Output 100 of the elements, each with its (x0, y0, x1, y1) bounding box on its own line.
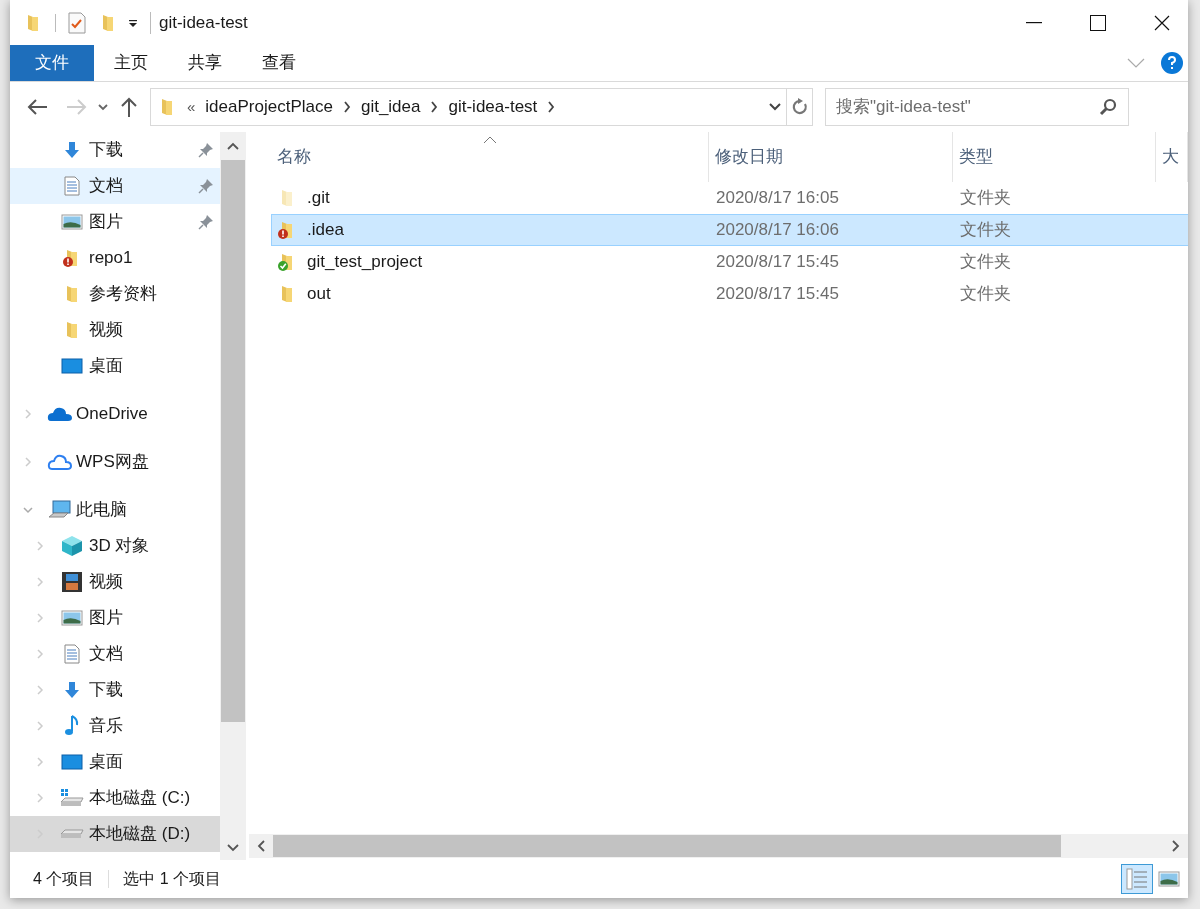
checklist-icon[interactable] (68, 11, 86, 34)
collapse-chevron-icon[interactable] (34, 540, 46, 552)
history-dropdown-icon[interactable] (768, 102, 782, 112)
breadcrumb-chevron-icon[interactable] (342, 101, 351, 113)
file-row[interactable]: .git 2020/8/17 16:05 文件夹 (271, 182, 1188, 214)
quick-access-item[interactable]: repo1 (10, 240, 220, 276)
column-header[interactable]: 名称 (271, 132, 709, 182)
dropdown-icon[interactable] (128, 17, 138, 28)
breadcrumb[interactable]: git_idea (360, 94, 421, 120)
music-note-icon (64, 715, 80, 737)
down-arrow-icon (62, 140, 82, 160)
down-arrow-icon (62, 680, 82, 700)
refresh-icon (791, 98, 808, 116)
breadcrumb[interactable]: git-idea-test (448, 94, 538, 120)
file-type: 文件夹 (959, 219, 1012, 242)
breadcrumb-chevron-icon[interactable] (547, 101, 556, 113)
navigation-item[interactable]: 下载 (10, 672, 220, 708)
quick-access-item[interactable]: 参考资料 (10, 276, 220, 312)
details-list-icon (1126, 868, 1148, 890)
document-icon (63, 644, 81, 664)
up-arrow-icon[interactable] (120, 96, 138, 118)
column-header[interactable]: 类型 (953, 132, 1156, 182)
forward-arrow-icon[interactable] (66, 98, 88, 116)
file-name: .git (307, 187, 330, 210)
collapse-chevron-icon[interactable] (34, 720, 46, 732)
navigation-item[interactable]: 视频 (10, 564, 220, 600)
cube-icon (61, 535, 83, 557)
ribbon-tab[interactable]: 查看 (244, 45, 314, 81)
details-view-button[interactable] (1121, 864, 1153, 894)
horizontal-scrollbar[interactable] (249, 834, 1188, 858)
scroll-left-icon[interactable] (257, 840, 265, 852)
scroll-down-icon[interactable] (227, 844, 239, 852)
file-menu-tab[interactable]: 文件 (10, 45, 94, 81)
file-type: 文件夹 (959, 187, 1012, 210)
scroll-right-icon[interactable] (1172, 840, 1180, 852)
collapse-chevron-icon[interactable] (34, 684, 46, 696)
scrollbar-thumb[interactable] (221, 160, 245, 722)
collapse-chevron-icon[interactable] (34, 612, 46, 624)
search-icon (1099, 98, 1117, 116)
pin-icon[interactable] (198, 142, 214, 158)
navigation-item[interactable]: 音乐 (10, 708, 220, 744)
file-row[interactable]: out 2020/8/17 15:45 文件夹 (271, 278, 1188, 310)
help-icon[interactable] (1161, 52, 1183, 74)
search-field[interactable]: 搜索"git-idea-test" (825, 88, 1129, 126)
cloud-icon (47, 453, 73, 471)
column-header[interactable]: 大 (1156, 132, 1188, 182)
collapse-chevron-icon[interactable] (34, 756, 46, 768)
breadcrumb-chevron-icon[interactable] (430, 101, 439, 113)
picture-icon (61, 213, 83, 231)
breadcrumb[interactable]: ideaProjectPlace (205, 94, 333, 120)
desktop-icon (61, 357, 83, 375)
desktop-icon (61, 753, 83, 771)
collapse-chevron-icon[interactable] (34, 648, 46, 660)
quick-access-item[interactable]: 下载 (10, 132, 220, 168)
navigation-item[interactable]: 3D 对象 (10, 528, 220, 564)
navigation-item[interactable]: 此电脑 (10, 492, 220, 528)
file-name: out (307, 283, 331, 306)
quick-access-item[interactable]: 图片 (10, 204, 220, 240)
pin-icon[interactable] (198, 214, 214, 230)
ribbon-tab[interactable]: 主页 (96, 45, 166, 81)
window-title: git-idea-test (159, 11, 248, 34)
vertical-scrollbar[interactable] (220, 132, 246, 860)
quick-access-item[interactable]: 文档 (10, 168, 220, 204)
modified-date: 2020/8/17 16:06 (715, 219, 840, 242)
maximize-icon (1090, 14, 1106, 31)
cloud-icon (47, 405, 73, 423)
recent-dropdown-icon[interactable] (98, 103, 108, 111)
collapse-chevron-icon[interactable] (22, 456, 34, 468)
document-icon (63, 176, 81, 196)
quick-access-item[interactable]: 视频 (10, 312, 220, 348)
sort-ascending-icon (483, 136, 497, 144)
file-row[interactable]: git_test_project 2020/8/17 15:45 文件夹 (271, 246, 1188, 278)
navigation-item[interactable]: 本地磁盘 (C:) (10, 780, 220, 816)
picture-icon (61, 609, 83, 627)
modified-date: 2020/8/17 16:05 (715, 187, 840, 210)
collapse-chevron-icon[interactable] (34, 576, 46, 588)
file-type: 文件夹 (959, 283, 1012, 306)
collapse-chevron-icon[interactable] (34, 792, 46, 804)
close-icon (1154, 14, 1170, 31)
collapse-chevron-icon[interactable] (22, 408, 34, 420)
quick-access-item[interactable]: 桌面 (10, 348, 220, 384)
navigation-item[interactable]: 图片 (10, 600, 220, 636)
file-name: .idea (307, 219, 344, 242)
file-row[interactable]: .idea 2020/8/17 16:06 文件夹 (271, 214, 1188, 246)
minimize-icon (1026, 21, 1042, 24)
navigation-item[interactable]: WPS网盘 (10, 444, 220, 480)
back-arrow-icon[interactable] (26, 98, 48, 116)
navigation-item[interactable]: 本地磁盘 (D:) (10, 816, 220, 852)
navigation-item[interactable]: 文档 (10, 636, 220, 672)
overflow-chevron[interactable]: « (187, 95, 196, 119)
scrollbar-thumb[interactable] (273, 835, 1061, 857)
address-bar[interactable]: « ideaProjectPlace git_idea git-idea-test (150, 88, 813, 126)
pin-icon[interactable] (198, 178, 214, 194)
ribbon-expand-icon[interactable] (1127, 58, 1145, 68)
ribbon-tab[interactable]: 共享 (170, 45, 240, 81)
scroll-up-icon[interactable] (227, 142, 239, 150)
navigation-item[interactable]: OneDrive (10, 396, 220, 432)
column-header[interactable]: 修改日期 (709, 132, 953, 182)
expand-chevron-icon[interactable] (22, 504, 34, 516)
navigation-item[interactable]: 桌面 (10, 744, 220, 780)
